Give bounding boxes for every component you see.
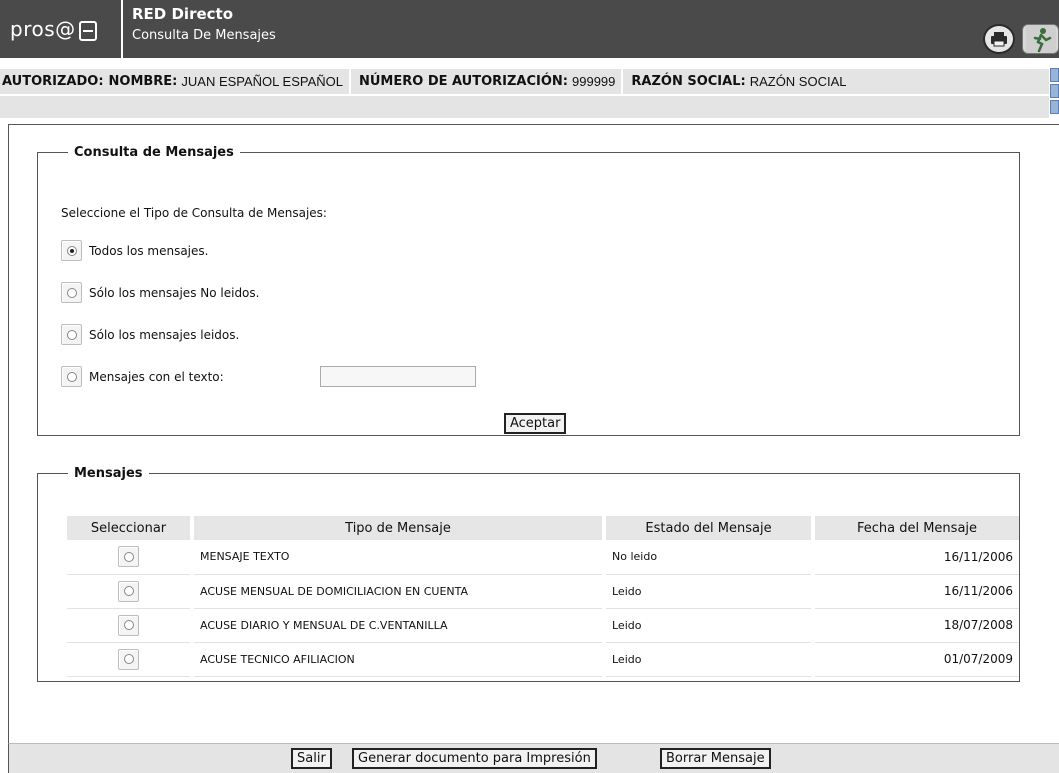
accept-button[interactable]: Aceptar xyxy=(504,413,567,434)
fecha-cell: 16/11/2006 xyxy=(811,540,1019,575)
radio-leidos[interactable] xyxy=(61,324,82,345)
scroll-up-icon[interactable] xyxy=(1050,68,1059,82)
printer-icon[interactable] xyxy=(983,24,1015,54)
table-row: MENSAJE TEXTO No leido 16/11/2006 xyxy=(67,540,1019,575)
razon-group: RAZÓN SOCIAL: RAZÓN SOCIAL xyxy=(629,69,846,94)
select-cell xyxy=(67,540,192,575)
radio-texto[interactable] xyxy=(61,366,82,387)
side-scroll-buttons[interactable] xyxy=(1050,68,1059,120)
exit-running-man-icon[interactable] xyxy=(1022,24,1059,54)
option-leidos-label: Sólo los mensajes leidos. xyxy=(89,327,240,342)
scroll-mid-icon[interactable] xyxy=(1050,84,1059,98)
tipo-cell: ACUSE MENSUAL DE DOMICILIACION EN CUENTA xyxy=(190,574,604,609)
logo-box-icon xyxy=(78,21,97,41)
tipo-cell: ACUSE DIARIO Y MENSUAL DE C.VENTANILLA xyxy=(190,608,604,643)
option-texto-label: Mensajes con el texto: xyxy=(89,369,224,384)
column-header-tipo: Tipo de Mensaje xyxy=(190,516,604,540)
select-cell xyxy=(67,642,192,677)
mensajes-legend: Mensajes xyxy=(74,466,143,481)
table-header-row: Seleccionar Tipo de Mensaje Estado del M… xyxy=(67,516,1019,540)
razon-label: RAZÓN SOCIAL: xyxy=(631,74,746,89)
delete-message-button[interactable]: Borrar Mensaje xyxy=(660,748,771,769)
option-todos-label: Todos los mensajes. xyxy=(89,243,209,258)
fecha-cell: 01/07/2009 xyxy=(811,642,1019,677)
nombre-value: JUAN ESPAÑOL ESPAÑOL xyxy=(181,74,343,89)
row-select-radio[interactable] xyxy=(118,546,139,568)
consulta-fieldset: Consulta de Mensajes Seleccione el Tipo … xyxy=(37,145,1020,436)
numero-label: NÚMERO DE AUTORIZACIÓN: xyxy=(358,74,568,89)
scroll-down-icon[interactable] xyxy=(1050,100,1059,114)
fecha-cell: 16/11/2006 xyxy=(811,574,1019,609)
row-select-radio[interactable] xyxy=(118,648,139,670)
message-text-input[interactable] xyxy=(320,366,476,387)
fecha-cell: 18/07/2008 xyxy=(811,608,1019,643)
estado-cell: Leido xyxy=(602,574,813,609)
footer-toolbar: Salir Generar documento para Impresión B… xyxy=(8,743,1059,773)
exit-button[interactable]: Salir xyxy=(291,748,332,769)
authorization-info-bar: AUTORIZADO: NOMBRE: JUAN ESPAÑOL ESPAÑOL… xyxy=(0,68,1049,95)
razon-value: RAZÓN SOCIAL xyxy=(749,74,847,89)
main-panel: Consulta de Mensajes Seleccione el Tipo … xyxy=(8,124,1059,743)
prosa-logo: pros@ xyxy=(0,0,121,58)
option-no-leidos-label: Sólo los mensajes No leidos. xyxy=(89,285,260,300)
autorizado-group: AUTORIZADO: NOMBRE: JUAN ESPAÑOL ESPAÑOL xyxy=(0,69,343,94)
radio-todos[interactable] xyxy=(61,240,82,261)
app-header: pros@ RED Directo Consulta De Mensajes xyxy=(0,0,1059,58)
header-divider xyxy=(121,0,123,58)
estado-cell: Leido xyxy=(602,608,813,643)
printer-icon-graphic xyxy=(991,32,1007,47)
row-select-radio[interactable] xyxy=(118,580,139,602)
logo-text: pros@ xyxy=(10,17,76,41)
generate-print-document-button[interactable]: Generar documento para Impresión xyxy=(352,748,597,769)
table-row: ACUSE DIARIO Y MENSUAL DE C.VENTANILLA L… xyxy=(67,608,1019,643)
select-cell xyxy=(67,608,192,643)
header-titles: RED Directo Consulta De Mensajes xyxy=(132,4,276,43)
row-select-radio[interactable] xyxy=(118,614,139,636)
option-todos[interactable]: Todos los mensajes. xyxy=(61,240,208,261)
info-divider xyxy=(621,68,624,95)
option-texto[interactable]: Mensajes con el texto: xyxy=(61,366,224,387)
page-title: Consulta De Mensajes xyxy=(132,28,276,43)
messages-table: Seleccionar Tipo de Mensaje Estado del M… xyxy=(67,516,1019,677)
estado-cell: Leido xyxy=(602,642,813,677)
column-header-fecha: Fecha del Mensaje xyxy=(811,516,1019,540)
info-bar-secondary xyxy=(0,96,1049,118)
estado-cell: No leido xyxy=(602,540,813,575)
app-title: RED Directo xyxy=(132,5,234,23)
info-divider xyxy=(348,68,351,95)
column-header-estado: Estado del Mensaje xyxy=(602,516,813,540)
running-man-graphic xyxy=(1025,25,1056,53)
numero-group: NÚMERO DE AUTORIZACIÓN: 999999 xyxy=(357,69,615,94)
tipo-cell: MENSAJE TEXTO xyxy=(190,540,604,575)
select-cell xyxy=(67,574,192,609)
column-header-seleccionar: Seleccionar xyxy=(67,516,192,540)
option-no-leidos[interactable]: Sólo los mensajes No leidos. xyxy=(61,282,259,303)
mensajes-fieldset: Mensajes Seleccionar Tipo de Mensaje Est… xyxy=(37,466,1020,682)
table-row: ACUSE TECNICO AFILIACION Leido 01/07/200… xyxy=(67,642,1019,677)
numero-value: 999999 xyxy=(572,74,616,89)
autorizado-label: AUTORIZADO: xyxy=(2,74,104,89)
radio-no-leidos[interactable] xyxy=(61,282,82,303)
tipo-cell: ACUSE TECNICO AFILIACION xyxy=(190,642,604,677)
table-row: ACUSE MENSUAL DE DOMICILIACION EN CUENTA… xyxy=(67,574,1019,609)
option-leidos[interactable]: Sólo los mensajes leidos. xyxy=(61,324,239,345)
consulta-legend: Consulta de Mensajes xyxy=(74,145,234,160)
nombre-label: NOMBRE: xyxy=(108,74,178,89)
consulta-prompt: Seleccione el Tipo de Consulta de Mensaj… xyxy=(61,206,327,220)
